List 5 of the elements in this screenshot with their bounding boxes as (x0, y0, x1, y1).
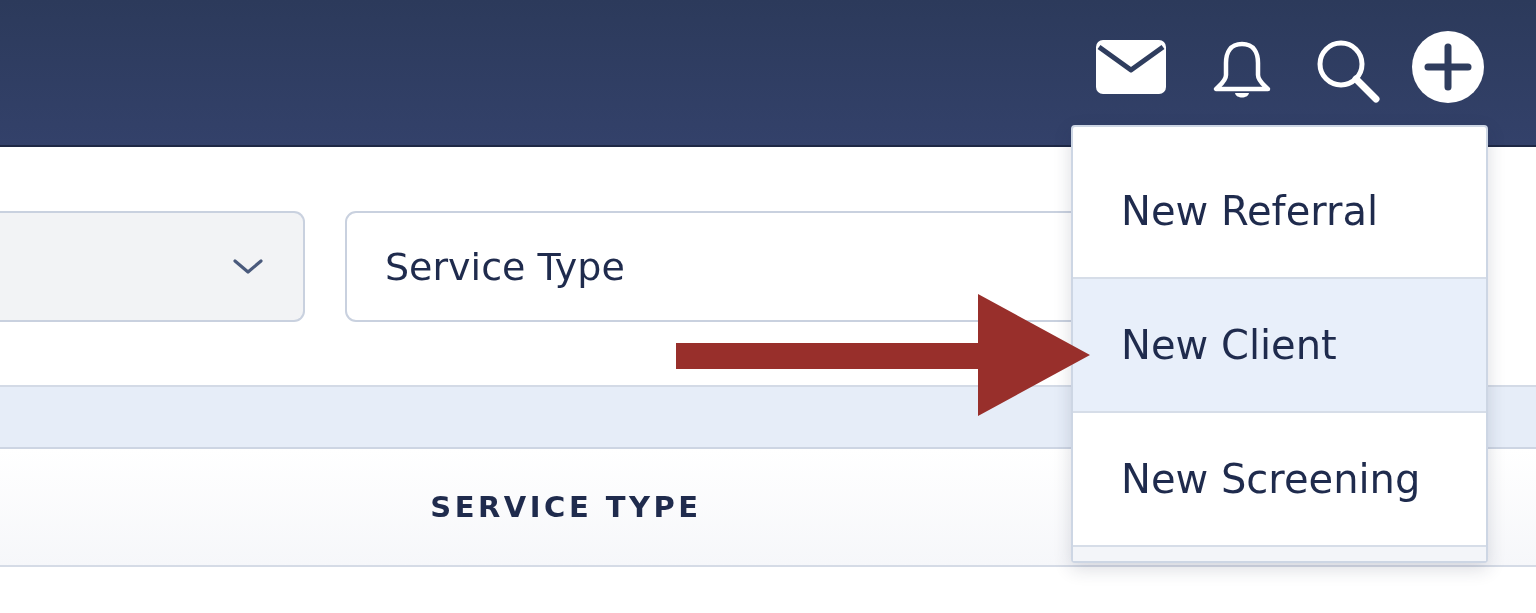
add-icon[interactable] (1412, 30, 1484, 103)
column-header: SERVICE TYPE (429, 490, 703, 524)
menu-item[interactable]: New Client (1073, 279, 1486, 413)
chevron-icon (233, 258, 263, 275)
mail-icon[interactable] (1096, 39, 1166, 94)
